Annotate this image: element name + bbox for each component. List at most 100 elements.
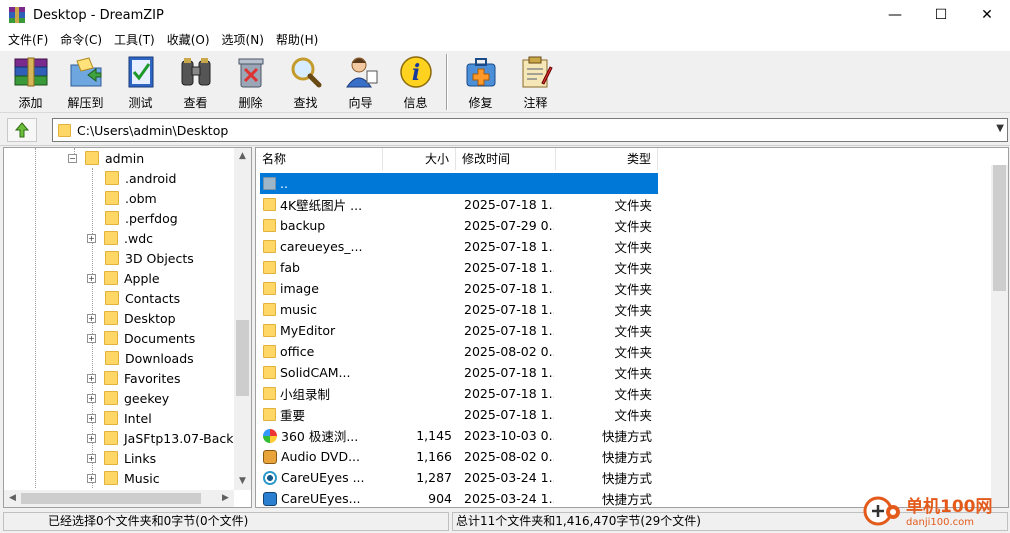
chevron-down-icon[interactable]: ▼ [996, 123, 1004, 134]
folder-icon [105, 351, 119, 365]
tree-item[interactable]: .perfdog [105, 208, 178, 228]
trash-can-icon [233, 55, 269, 89]
file-type: 文件夹 [614, 240, 652, 255]
expand-icon[interactable]: + [87, 473, 96, 483]
scroll-thumb[interactable] [993, 165, 1006, 291]
table-row[interactable]: office 2025-08-02 0... 文件夹 [260, 341, 658, 362]
column-header-type[interactable]: 类型 [556, 148, 658, 170]
path-text: C:\Users\admin\Desktop [77, 122, 229, 138]
table-row[interactable]: SolidCAM... 2025-07-18 1... 文件夹 [260, 362, 658, 383]
magnifier-icon [288, 55, 324, 89]
toolbar-separator [446, 54, 448, 110]
repair-button[interactable]: 修复 [453, 51, 508, 111]
table-row[interactable]: Audio DVD... 1,166 2025-08-02 0... 快捷方式 [260, 446, 658, 467]
menu-command[interactable]: 命令(C) [54, 30, 108, 51]
expand-icon[interactable]: + [87, 433, 96, 443]
tree-item[interactable]: + Music [87, 468, 160, 488]
table-row[interactable]: image 2025-07-18 1... 文件夹 [260, 278, 658, 299]
table-row[interactable]: careueyes_... 2025-07-18 1... 文件夹 [260, 236, 658, 257]
menu-help[interactable]: 帮助(H) [270, 30, 324, 51]
menu-favorites[interactable]: 收藏(O) [161, 30, 216, 51]
table-row[interactable]: MyEditor 2025-07-18 1... 文件夹 [260, 320, 658, 341]
column-header-size[interactable]: 大小 [383, 148, 456, 170]
tree-item[interactable]: + Intel [87, 408, 152, 428]
table-row[interactable]: 4K壁纸图片 ... 2025-07-18 1... 文件夹 [260, 194, 658, 215]
tree-item[interactable]: + Favorites [87, 368, 180, 388]
table-row[interactable]: fab 2025-07-18 1... 文件夹 [260, 257, 658, 278]
test-button[interactable]: 测试 [113, 51, 168, 111]
expand-icon[interactable]: + [87, 313, 96, 323]
tree-item[interactable]: + Apple [87, 268, 160, 288]
scroll-thumb[interactable] [236, 320, 249, 396]
menu-options[interactable]: 选项(N) [216, 30, 270, 51]
table-row[interactable]: 重要 2025-07-18 1... 文件夹 [260, 404, 658, 425]
find-button[interactable]: 查找 [278, 51, 333, 111]
table-row[interactable]: backup 2025-07-29 0... 文件夹 [260, 215, 658, 236]
expand-icon[interactable]: + [87, 233, 96, 243]
column-header-name[interactable]: 名称 [256, 148, 383, 170]
add-button[interactable]: 添加 [3, 51, 58, 111]
extract-button[interactable]: 解压到 [58, 51, 113, 111]
collapse-icon[interactable]: − [68, 153, 77, 163]
browser-360-icon [263, 428, 277, 443]
tree-item[interactable]: + Documents [87, 328, 195, 348]
file-modified: 2025-07-18 1... [464, 197, 554, 212]
folder-icon [105, 251, 119, 265]
file-modified: 2025-08-02 0... [464, 449, 554, 464]
wizard-button[interactable]: 向导 [333, 51, 388, 111]
minimize-button[interactable]: — [872, 0, 918, 30]
file-modified: 2025-07-18 1... [464, 302, 554, 317]
up-folder-button[interactable] [7, 118, 37, 142]
file-name: image [280, 281, 319, 296]
binoculars-icon [178, 55, 214, 89]
tree-item[interactable]: + geekey [87, 388, 169, 408]
table-row[interactable]: 360 极速浏... 1,145 2023-10-03 0... 快捷方式 [260, 425, 658, 446]
expand-icon[interactable]: + [87, 413, 96, 423]
file-type: 文件夹 [614, 198, 652, 213]
file-type: 快捷方式 [601, 450, 652, 465]
expand-icon[interactable]: + [87, 373, 96, 383]
comment-button[interactable]: 注释 [508, 51, 563, 111]
tree-item[interactable]: + Desktop [87, 308, 176, 328]
menu-tools[interactable]: 工具(T) [108, 30, 161, 51]
tree-item[interactable]: 3D Objects [105, 248, 194, 268]
table-row[interactable]: .. [260, 173, 658, 194]
expand-icon[interactable]: + [87, 393, 96, 403]
view-button[interactable]: 查看 [168, 51, 223, 111]
column-header-modified[interactable]: 修改时间 [456, 148, 556, 170]
path-combobox[interactable]: C:\Users\admin\Desktop ▼ [52, 118, 1008, 142]
tree-item[interactable]: + .wdc [87, 228, 153, 248]
tree-item[interactable]: .android [105, 168, 176, 188]
tree-item[interactable]: + JaSFtp13.07-Backu [87, 428, 241, 448]
expand-icon[interactable]: + [87, 333, 96, 343]
tree-item[interactable]: .obm [105, 188, 157, 208]
table-row[interactable]: 小组录制 2025-07-18 1... 文件夹 [260, 383, 658, 404]
expand-icon[interactable]: + [87, 453, 96, 463]
table-row[interactable]: CareUEyes ... 1,287 2025-03-24 1... 快捷方式 [260, 467, 658, 488]
tree-item-label: admin [105, 150, 145, 166]
tree-item-label: Music [124, 470, 160, 486]
scroll-up-icon[interactable]: ▲ [234, 148, 251, 165]
tree-item-label: .android [125, 170, 177, 186]
file-name: music [280, 302, 317, 317]
expand-icon[interactable]: + [87, 273, 96, 283]
scroll-down-icon[interactable]: ▼ [234, 473, 251, 490]
close-button[interactable]: ✕ [964, 0, 1010, 30]
delete-button[interactable]: 删除 [223, 51, 278, 111]
tree-item[interactable]: Downloads [105, 348, 194, 368]
tree-vertical-scrollbar[interactable]: ▲ ▼ [234, 148, 251, 490]
scroll-left-icon[interactable]: ◀ [4, 490, 21, 507]
scroll-right-icon[interactable]: ▶ [217, 490, 234, 507]
list-vertical-scrollbar[interactable] [991, 165, 1008, 507]
menu-file[interactable]: 文件(F) [2, 30, 54, 51]
tree-item[interactable]: + Links [87, 448, 156, 468]
table-row[interactable]: CareUEyes... 904 2025-03-24 1... 快捷方式 [260, 488, 658, 507]
info-button[interactable]: i 信息 [388, 51, 443, 111]
table-row[interactable]: music 2025-07-18 1... 文件夹 [260, 299, 658, 320]
tree-item[interactable]: Contacts [105, 288, 180, 308]
tree-horizontal-scrollbar[interactable]: ◀ ▶ [4, 490, 234, 507]
maximize-button[interactable]: ☐ [918, 0, 964, 30]
scroll-thumb[interactable] [21, 493, 201, 504]
tree-item-admin[interactable]: − admin [68, 148, 144, 168]
file-type: 快捷方式 [601, 471, 652, 486]
